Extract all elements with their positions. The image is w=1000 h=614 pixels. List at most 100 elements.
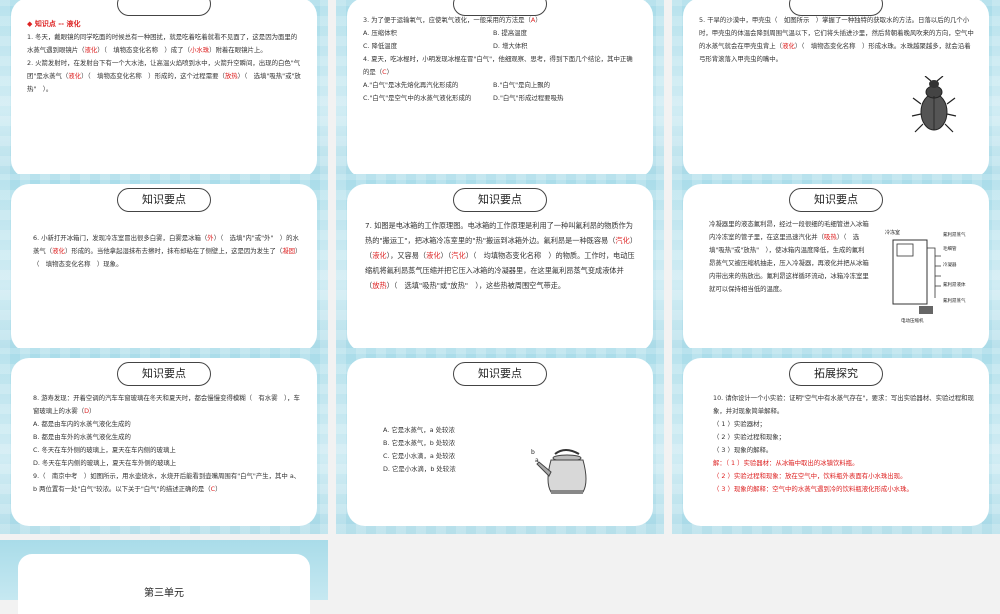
option-b: B. 它是水蒸气，b 处较浓 <box>383 439 456 447</box>
label-vapor-1: 氟利昂蒸气 <box>943 231 966 238</box>
option-row: A. 压缩体积 B. 提高温度 <box>363 27 639 40</box>
section-heading: ◆ 知识点 -- 液化 <box>27 20 81 28</box>
question-9: 9.（ 南京中考 ）如图所示，用水壶烧水，水烧开后能看到壶嘴周围有"白气"产生，… <box>33 472 301 493</box>
answer: 液化 <box>782 42 795 50</box>
slide-10[interactable]: 第三单元 <box>0 540 328 614</box>
slide-title-pill: 知识要点 <box>453 188 547 212</box>
slide-content: 7. 如图是电冰箱的工作原理图。电冰箱的工作原理是利用了一种叫氟利昂的物质作为热… <box>365 218 637 293</box>
label-b: b <box>531 449 535 456</box>
slide-title-pill: 知识要点 <box>789 188 883 212</box>
option-row: C. 降低温度 D. 增大体积 <box>363 40 639 53</box>
slide-card: 知识要点 冷凝器里的液态氟利昂，经过一段很细的毛细管进入冰箱内冷冻室的管子里，在… <box>683 184 989 352</box>
answer-1: 解：（ 1 ）实验器材：从冰箱中取出的冰镇饮料瓶。 <box>713 459 859 467</box>
question-1: 1. 冬天，戴眼镜的同学吃面的时候总有一种困扰，就是吃着吃着就看不见面了，这是因… <box>27 33 298 54</box>
answer: 凝固 <box>282 247 296 255</box>
question-2: 2. 火箭发射时，在发射台下有一个大水池，让高温火焰喷到水中，火箭升空瞬间，出现… <box>27 59 301 93</box>
item-3: （ 3 ）现象的解释。 <box>713 446 773 454</box>
slide-content: ◆ 知识点 -- 液化 1. 冬天，戴眼镜的同学吃面的时候总有一种困扰，就是吃着… <box>27 18 303 96</box>
item-1: （ 1 ）实验器材； <box>713 420 766 428</box>
option-c: C. 它是小水滴，a 处较浓 <box>383 452 455 460</box>
label-capillary: 毛细管 <box>943 245 957 252</box>
answer: 放热 <box>224 72 238 80</box>
option-d: D. 冬天在车内侧的玻璃上，夏天在车外侧的玻璃上 <box>33 459 177 467</box>
option-b: B. 都是由车外的水蒸气液化生成的 <box>33 433 131 441</box>
slide-9[interactable]: 拓展探究 10. 请你设计一个小实验：证明"空气中有水蒸气存在"，要求：写出实验… <box>672 348 1000 534</box>
slide-card: 3. 为了便于运输氧气，应使氧气液化，一般采用的方法是（A） A. 压缩体积 B.… <box>347 0 653 178</box>
option-d: D. 它是小水滴，b 处较浓 <box>383 465 456 473</box>
slide-4[interactable]: 知识要点 6. 小新打开冰箱门，发现冷冻室冒出很多白雾，白雾是冰箱（外）（ 选填… <box>0 174 328 360</box>
answer: 汽化 <box>615 236 630 245</box>
option-a: A. 压缩体积 <box>363 29 397 37</box>
unit-title: 第三单元 <box>144 588 184 599</box>
label-vapor-2: 氟利昂蒸气 <box>943 297 966 304</box>
label-compressor: 电动压缩机 <box>901 317 924 324</box>
answer: 液化 <box>68 72 82 80</box>
slide-card: ◆ 知识点 -- 液化 1. 冬天，戴眼镜的同学吃面的时候总有一种困扰，就是吃着… <box>11 0 317 178</box>
option-d: D. 增大体积 <box>493 42 528 50</box>
question-4: 4. 夏天，吃冰棍时，小明发现冰棍在冒"白气"，他细观察、思考，得到下面几个结论… <box>363 55 633 76</box>
answer: 吸热 <box>824 233 837 241</box>
slide-title-pill: 知识要点 <box>117 188 211 212</box>
slide-card: 5. 干旱的沙漠中，甲壳虫（ 如图所示 ）掌握了一种独特的获取水的方法。日落以后… <box>683 0 989 178</box>
slide-card: 知识要点 6. 小新打开冰箱门，发现冷冻室冒出很多白雾，白雾是冰箱（外）（ 选填… <box>11 184 317 352</box>
slide-card: 知识要点 7. 如图是电冰箱的工作原理图。电冰箱的工作原理是利用了一种叫氟利昂的… <box>347 184 653 352</box>
answer-3: （ 3 ）现象的解释：空气中的水蒸气遇到冷的饮料瓶液化形成小水珠。 <box>713 485 913 493</box>
label-freezer: 冷冻室 <box>885 229 900 236</box>
option-a: A."白气"是冰先熔化再汽化形成的 <box>363 81 459 89</box>
option-d: D."白气"形成过程要吸热 <box>493 94 564 102</box>
answer: 放热 <box>372 281 387 290</box>
option-a: A. 它是水蒸气，a 处较浓 <box>383 426 455 434</box>
answer: 液化 <box>372 251 387 260</box>
question-7: 7. 如图是电冰箱的工作原理图。电冰箱的工作原理是利用了一种叫氟利昂的物质作为热… <box>365 221 638 290</box>
label-liquid: 氟利昂液体 <box>943 281 966 288</box>
slide-content: 冷凝器里的液态氟利昂，经过一段很细的毛细管进入冰箱内冷冻室的管子里，在这里迅速汽… <box>709 218 869 296</box>
option-c: C. 冬天在车外侧的玻璃上，夏天在车内侧的玻璃上 <box>33 446 176 454</box>
question-8: 8. 游寿发现：开着空调的汽车车窗玻璃在冬天和夏天时，都会慢慢变得模糊（ 有水雾… <box>33 394 300 415</box>
question-10: 10. 请你设计一个小实验：证明"空气中有水蒸气存在"，要求：写出实验器材、实验… <box>713 394 974 415</box>
label-a: a <box>535 457 539 464</box>
answer: 液化 <box>426 251 441 260</box>
answer-2: （ 2 ）实验过程和现象：放在空气中，饮料瓶外表面有小水珠出现。 <box>713 472 907 480</box>
slide-title-pill: 拓展探究 <box>789 362 883 386</box>
fridge-diagram: 冷冻室 氟利昂蒸气 毛细管 冷凝器 氟利昂液体 氟利昂蒸气 电动压缩机 <box>885 229 966 324</box>
option-b: B. 提高温度 <box>493 29 528 37</box>
slide-content: 10. 请你设计一个小实验：证明"空气中有水蒸气存在"，要求：写出实验器材、实验… <box>713 392 975 496</box>
question-6: 6. 小新打开冰箱门，发现冷冻室冒出很多白雾，白雾是冰箱（外）（ 选填"内"或"… <box>33 234 302 268</box>
question-3: 3. 为了便于运输氧气，应使氧气液化，一般采用的方法是（A） <box>363 16 542 24</box>
beetle-illustration <box>911 76 957 133</box>
slide-content: 8. 游寿发现：开着空调的汽车车窗玻璃在冬天和夏天时，都会慢慢变得模糊（ 有水雾… <box>33 392 303 496</box>
slide-card: 拓展探究 10. 请你设计一个小实验：证明"空气中有水蒸气存在"，要求：写出实验… <box>683 358 989 526</box>
slide-5[interactable]: 知识要点 7. 如图是电冰箱的工作原理图。电冰箱的工作原理是利用了一种叫氟利昂的… <box>336 174 664 360</box>
item-2: （ 2 ）实验过程和现象； <box>713 433 786 441</box>
slide-content: A. 它是水蒸气，a 处较浓 B. 它是水蒸气，b 处较浓 C. 它是小水滴，a… <box>383 424 639 476</box>
question-5: 5. 干旱的沙漠中，甲壳虫（ 如图所示 ）掌握了一种独特的获取水的方法。日落以后… <box>699 16 974 63</box>
answer: 汽化 <box>451 251 466 260</box>
slide-6[interactable]: 知识要点 冷凝器里的液态氟利昂，经过一段很细的毛细管进入冰箱内冷冻室的管子里，在… <box>672 174 1000 360</box>
slide-title-pill: 知识要点 <box>453 362 547 386</box>
fridge-explanation: 冷凝器里的液态氟利昂，经过一段很细的毛细管进入冰箱内冷冻室的管子里，在这里迅速汽… <box>709 220 869 293</box>
slide-3[interactable]: 5. 干旱的沙漠中，甲壳虫（ 如图所示 ）掌握了一种独特的获取水的方法。日落以后… <box>672 0 1000 186</box>
slide-8[interactable]: 知识要点 A. 它是水蒸气，a 处较浓 B. 它是水蒸气，b 处较浓 C. 它是… <box>336 348 664 534</box>
option-c: C."白气"是空气中的水蒸气液化形成的 <box>363 94 472 102</box>
option-row: A."白气"是冰先熔化再汽化形成的 B."白气"是向上飘的 <box>363 79 639 92</box>
slide-card: 第三单元 <box>18 554 310 614</box>
slide-card: 知识要点 A. 它是水蒸气，a 处较浓 B. 它是水蒸气，b 处较浓 C. 它是… <box>347 358 653 526</box>
answer: 液化 <box>52 247 65 255</box>
slide-card: 知识要点 8. 游寿发现：开着空调的汽车车窗玻璃在冬天和夏天时，都会慢慢变得模糊… <box>11 358 317 526</box>
answer: 液化 <box>84 46 98 54</box>
slide-1[interactable]: ◆ 知识点 -- 液化 1. 冬天，戴眼镜的同学吃面的时候总有一种困扰，就是吃着… <box>0 0 328 186</box>
option-a: A. 都是由车内的水蒸气液化生成的 <box>33 420 131 428</box>
slide-2[interactable]: 3. 为了便于运输氧气，应使氧气液化，一般采用的方法是（A） A. 压缩体积 B.… <box>336 0 664 186</box>
answer: 小水珠 <box>189 46 210 54</box>
slide-content: 3. 为了便于运输氧气，应使氧气液化，一般采用的方法是（A） A. 压缩体积 B.… <box>363 14 639 105</box>
option-c: C. 降低温度 <box>363 42 398 50</box>
slide-title-pill: 知识要点 <box>117 362 211 386</box>
slide-title-pill <box>117 0 211 16</box>
slide-content: 5. 干旱的沙漠中，甲壳虫（ 如图所示 ）掌握了一种独特的获取水的方法。日落以后… <box>699 14 975 66</box>
slide-content: 6. 小新打开冰箱门，发现冷冻室冒出很多白雾，白雾是冰箱（外）（ 选填"内"或"… <box>33 232 303 271</box>
slide-7[interactable]: 知识要点 8. 游寿发现：开着空调的汽车车窗玻璃在冬天和夏天时，都会慢慢变得模糊… <box>0 348 328 534</box>
label-condenser: 冷凝器 <box>943 261 957 268</box>
option-b: B."白气"是向上飘的 <box>493 81 551 89</box>
kettle-illustration: b a <box>531 449 587 494</box>
option-row: C."白气"是空气中的水蒸气液化形成的 D."白气"形成过程要吸热 <box>363 92 639 105</box>
